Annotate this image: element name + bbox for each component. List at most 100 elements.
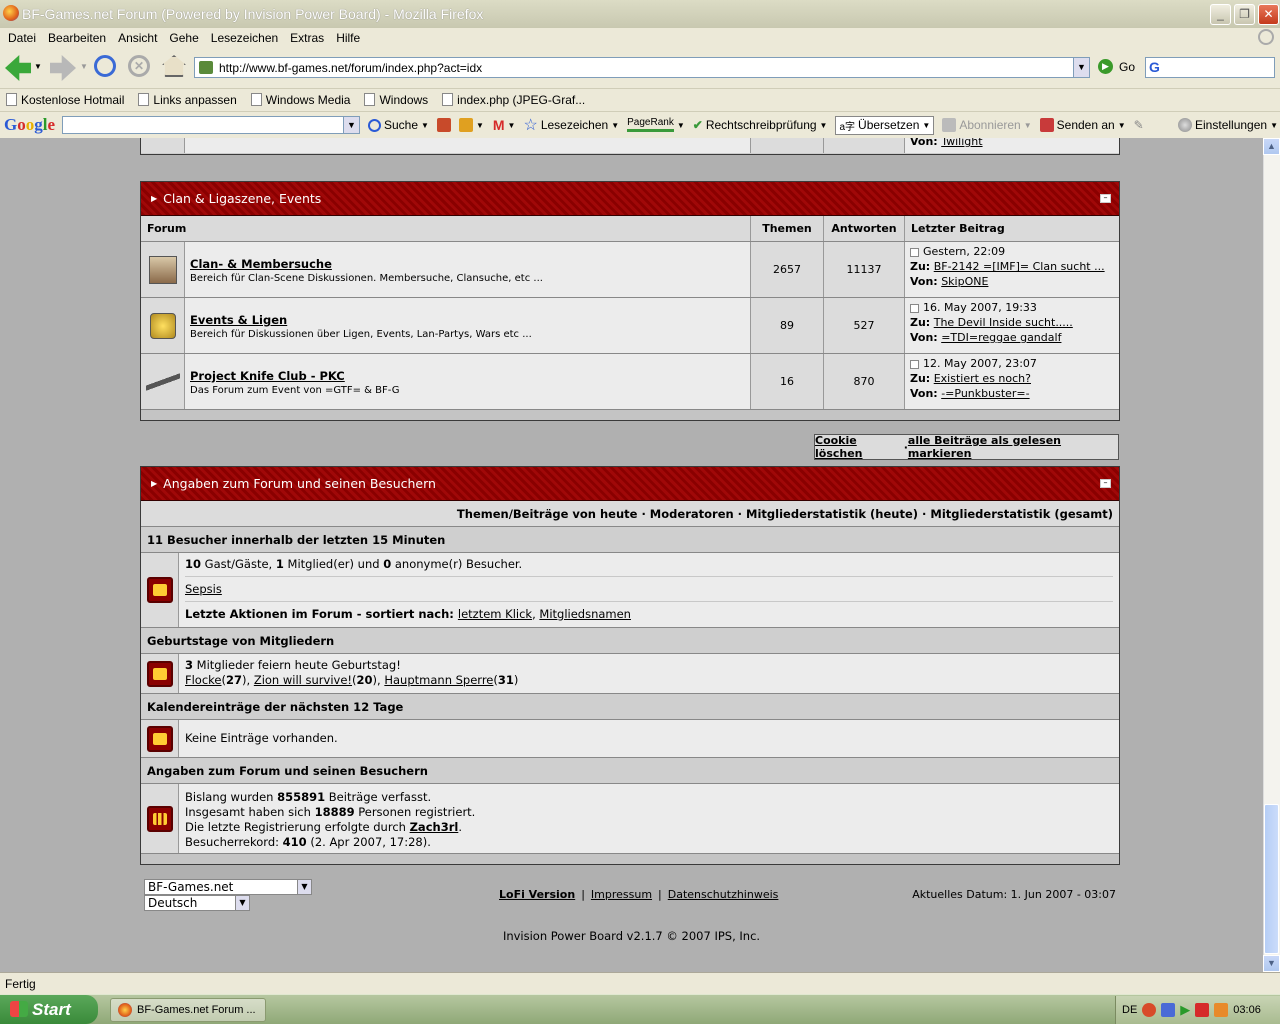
scroll-up-icon[interactable]: ▲ [1263,138,1280,155]
pagerank-indicator[interactable]: PageRank ▼ [627,118,685,132]
sort-by-click-link[interactable]: letztem Klick [458,607,532,621]
sort-by-name-link[interactable]: Mitgliedsnamen [539,607,631,621]
category-header[interactable]: ▶ Angaben zum Forum und seinen Besuchern… [141,467,1119,501]
forum-row: Events & Ligen Bereich für Diskussionen ü… [141,298,1119,354]
news-button[interactable] [436,118,451,132]
collapse-icon[interactable]: – [1100,194,1111,203]
page-viewport[interactable]: Von: Twilight ▶ Clan & Ligaszene, Events… [0,138,1263,972]
menu-ansicht[interactable]: Ansicht [112,31,163,45]
window-titlebar[interactable]: BF-Games.net Forum (Powered by Invision … [0,0,1280,28]
last-post-topic-link[interactable]: The Devil Inside sucht..... [934,316,1073,329]
last-post-user-link[interactable]: Twilight [941,138,982,148]
bookmark-index-php[interactable]: index.php (JPEG-Graf... [442,93,585,107]
menu-bearbeiten[interactable]: Bearbeiten [42,31,112,45]
stats-links[interactable]: Themen/Beiträge von heute · Moderatoren … [141,501,1119,527]
bookmark-hotmail[interactable]: Kostenlose Hotmail [6,93,124,107]
back-dropdown-icon[interactable]: ▼ [34,62,42,71]
datenschutz-link[interactable]: Datenschutzhinweis [668,888,779,901]
url-dropdown-icon[interactable]: ▼ [1073,58,1089,77]
tray-app-icon[interactable] [1214,1003,1229,1017]
last-post-icon[interactable] [910,359,919,369]
network-icon[interactable] [1161,1003,1176,1017]
mail-button[interactable]: ▼ M ▼ [458,117,515,133]
table-footer [141,854,1119,864]
mark-all-read-link[interactable]: alle Beiträge als gelesen markieren [908,434,1118,460]
menu-gehe[interactable]: Gehe [163,31,204,45]
birthday-user-link[interactable]: Hauptmann Sperre [384,673,493,687]
last-registered-user-link[interactable]: Zach3rl [410,820,459,834]
bookmark-windows-media[interactable]: Windows Media [250,93,350,107]
google-search-engine-icon[interactable]: G [1149,59,1160,75]
google-search-input[interactable]: ▼ [62,116,360,134]
header-forum: Forum [141,216,751,241]
security-icon[interactable] [1195,1003,1210,1017]
send-button[interactable]: Senden an ▼ [1039,118,1126,132]
menu-lesezeichen[interactable]: Lesezeichen [205,31,284,45]
menu-datei[interactable]: Datei [2,31,42,45]
stop-icon[interactable]: ✕ [128,55,150,77]
highlight-button[interactable]: ✎ [1134,118,1144,132]
forum-icon-cell [141,242,185,297]
skin-select[interactable]: BF-Games.net ▼ [144,879,312,895]
reload-icon[interactable] [94,55,116,77]
search-input[interactable]: G [1145,57,1275,78]
taskbar-window-button[interactable]: BF-Games.net Forum ... [110,998,266,1022]
settings-icon [1178,118,1193,132]
language-select[interactable]: Deutsch ▼ [144,895,250,911]
online-user-link[interactable]: Sepsis [185,582,222,596]
birthdays-content: 3 Mitglieder feiern heute Geburtstag! Fl… [179,654,1119,693]
status-bar: Fertig [0,972,1280,994]
minimize-button[interactable]: _ [1210,4,1231,25]
last-post-topic-link[interactable]: Existiert es noch? [934,372,1031,385]
sort-options: Letzte Aktionen im Forum - sortiert nach… [185,607,631,621]
collapse-icon[interactable]: – [1100,479,1111,488]
subscribe-button[interactable]: Abonnieren ▼ [942,118,1032,132]
menu-hilfe[interactable]: Hilfe [330,31,366,45]
go-button[interactable]: ▶ Go [1098,59,1135,74]
scrollbar-thumb[interactable] [1264,804,1279,954]
bookmark-links-anpassen[interactable]: Links anpassen [138,93,237,107]
forum-link[interactable]: Project Knife Club - PKC [190,369,745,383]
last-post-user-link[interactable]: SkipONE [941,275,988,288]
chevron-down-icon[interactable]: ▼ [343,117,359,133]
lofi-version-link[interactable]: LoFi Version [499,888,575,901]
translate-button[interactable]: a字 Übersetzen ▼ [835,115,935,135]
last-post-icon[interactable] [910,303,919,313]
impressum-link[interactable]: Impressum [591,888,652,901]
language-indicator[interactable]: DE [1122,1004,1137,1016]
last-post-topic-link[interactable]: BF-2142 =[IMF]= Clan sucht ... [934,260,1105,273]
tray-arrow-icon[interactable] [1142,1003,1157,1017]
forward-dropdown-icon[interactable]: ▼ [80,62,88,71]
arrow-right-icon: ▶ [151,194,158,203]
bookmarks-toolbar: Kostenlose Hotmail Links anpassen Window… [0,88,1280,110]
google-search-button[interactable]: Suche ▼ [368,118,429,132]
settings-button[interactable]: Einstellungen ▼ [1178,118,1278,132]
play-icon[interactable]: ▶ [1180,1002,1190,1018]
birthday-user-link[interactable]: Zion will survive! [254,673,352,687]
maximize-button[interactable]: ❐ [1234,4,1255,25]
close-button[interactable]: ✕ [1258,4,1279,25]
bookmark-windows[interactable]: Windows [364,93,428,107]
header-antworten: Antworten [824,216,905,241]
forum-link[interactable]: Events & Ligen [190,313,745,327]
last-post-icon[interactable] [910,247,919,257]
google-logo[interactable]: Google [4,115,62,135]
forum-link[interactable]: Clan- & Membersuche [190,257,745,271]
google-bookmarks-button[interactable]: ☆ Lesezeichen ▼ [523,115,619,135]
themen-count: 89 [751,298,824,353]
last-post-user-link[interactable]: -=Punkbuster=- [941,387,1029,400]
url-bar[interactable]: http://www.bf-games.net/forum/index.php?… [194,57,1090,78]
last-post-user-link[interactable]: =TDI=reggae gandalf [941,331,1061,344]
spellcheck-button[interactable]: ✔ Rechtschreibprüfung ▼ [693,118,828,132]
menu-extras[interactable]: Extras [284,31,330,45]
cookie-delete-link[interactable]: Cookie löschen [815,434,904,460]
star-icon: ☆ [523,117,538,134]
category-header[interactable]: ▶ Clan & Ligaszene, Events – [141,182,1119,216]
birthday-user-link[interactable]: Flocke [185,673,222,687]
chevron-down-icon[interactable]: ▼ [235,896,249,910]
chevron-down-icon[interactable]: ▼ [297,880,311,894]
translate-label: Übersetzen [858,118,920,132]
scroll-down-icon[interactable]: ▼ [1263,955,1280,972]
forum-description: Das Forum zum Event von =GTF= & BF-G [190,385,400,396]
category-title[interactable]: Clan & Ligaszene, Events [163,191,321,206]
